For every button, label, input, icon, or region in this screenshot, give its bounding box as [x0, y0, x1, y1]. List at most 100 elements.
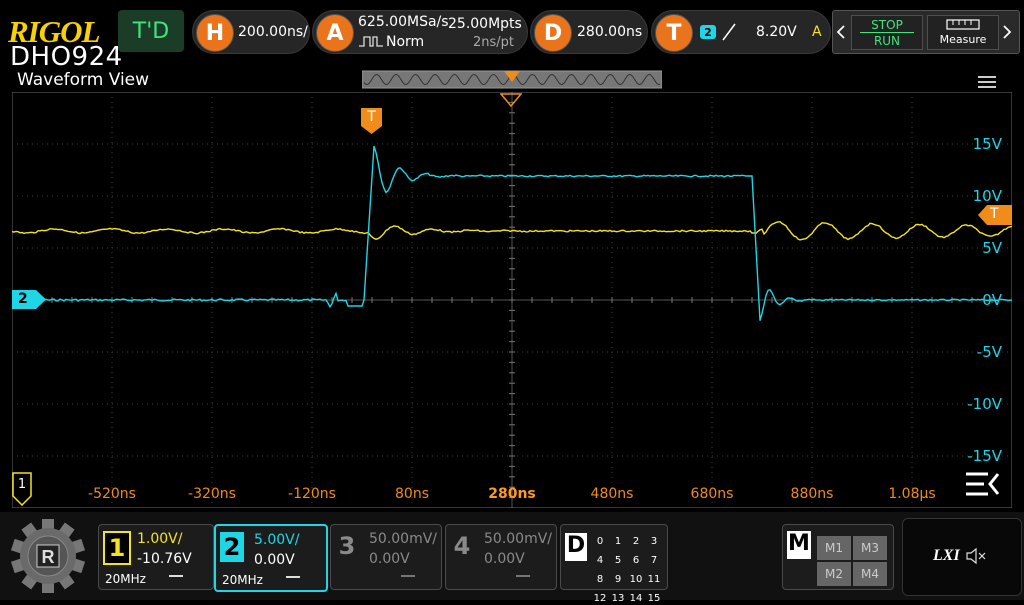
ch2-offset: 0.00V [254, 552, 295, 568]
sample-rate: 625.00MSa/s [358, 14, 449, 30]
speaker-muted-icon[interactable] [965, 547, 987, 565]
digital-bit-label: 4 [596, 555, 604, 566]
ch1-marker-label: 1 [17, 477, 27, 492]
horizontal-key[interactable]: H [196, 14, 234, 52]
math-m1-button[interactable]: M1 [817, 536, 851, 560]
digital-bit-label: 5 [614, 555, 622, 566]
math-box[interactable]: M M1 M3 M2 M4 [782, 524, 894, 590]
ch2-marker-label: 2 [18, 291, 28, 307]
digital-key: D [565, 533, 587, 561]
acquire-mode: Norm [386, 34, 425, 50]
acquire-key[interactable]: A [316, 14, 354, 52]
trigger-position-label: T [367, 109, 376, 125]
digital-bit-label: 10 [629, 574, 643, 585]
delay-key[interactable]: D [534, 14, 572, 52]
ruler-icon [946, 19, 980, 30]
ch4-coupling-icon [516, 575, 530, 583]
side-menu-collapse-icon[interactable] [964, 470, 1002, 498]
ch1-bandwidth: 20MHz [105, 572, 146, 586]
ch1-offset-marker[interactable]: 1 [12, 472, 32, 506]
trigger-key[interactable]: T [655, 14, 693, 52]
trigger-source-badge: 2 [700, 25, 716, 39]
run-stop-divider [860, 32, 914, 33]
channel2-box[interactable]: 2 5.00V/ 0.00V 20MHz [214, 524, 328, 592]
run-label: RUN [873, 34, 901, 48]
digital-bit-label: 11 [647, 574, 661, 585]
pulse-acq-icon [359, 36, 383, 47]
acquire-pill[interactable]: A 625.00MSa/s 25.00Mpts Norm 2ns/pt [312, 10, 528, 54]
digital-bit-label: 12 [593, 593, 607, 604]
delay-pill[interactable]: D 280.00ns [530, 10, 648, 54]
memory-overview-bar[interactable] [362, 70, 662, 90]
y-axis-label: 10V [973, 187, 1003, 205]
ch4-number: 4 [453, 532, 471, 560]
trigger-pill[interactable]: T 2 8.20V A [651, 10, 831, 54]
status-box: LXI [902, 518, 1022, 596]
digital-bit-label: 6 [632, 555, 640, 566]
digital-bit-label: 14 [629, 593, 643, 604]
trigger-level-marker[interactable]: T [978, 205, 1012, 225]
trigger-delay-mode-button[interactable]: T'D [118, 10, 184, 52]
model-name: DHO924 [10, 42, 123, 72]
y-axis-label: 5V [982, 239, 1003, 257]
hamburger-menu-icon[interactable] [978, 73, 996, 91]
x-axis-label: 280ns [488, 486, 536, 502]
y-axis-label: 15V [973, 135, 1003, 153]
x-axis-label: 480ns [591, 486, 634, 502]
right-control-group: STOP RUN Measure [832, 10, 1020, 54]
svg-text:R: R [42, 547, 55, 567]
lxi-label: LXI [933, 547, 960, 564]
trigger-delay-marker [499, 92, 523, 111]
digital-bit-label: 3 [650, 536, 658, 547]
time-resolution: 2ns/pt [473, 35, 515, 50]
digital-bit-label: 0 [596, 536, 604, 547]
math-m3-button[interactable]: M3 [853, 536, 887, 560]
trigger-position-marker[interactable]: T [361, 108, 382, 134]
trigger-level-value: 8.20V [756, 24, 797, 40]
home-gear-icon[interactable]: R [10, 518, 86, 594]
x-axis-label: 1.08µs [888, 486, 935, 502]
digital-bit-label: 15 [647, 593, 661, 604]
y-axis-label: -5V [977, 343, 1003, 361]
waveform-display[interactable]: 15V 10V 5V 0V -5V -10V -15V -520ns -320ns -120ns… [12, 92, 1012, 508]
x-axis-label: -120ns [288, 486, 336, 502]
channel3-box[interactable]: 3 50.00mV/ 0.00V [330, 524, 442, 590]
digital-bit-label: 2 [632, 536, 640, 547]
y-axis-label: -15V [967, 447, 1002, 465]
channel1-box[interactable]: 1 1.00V/ -10.76V 20MHz [98, 524, 214, 590]
ch2-scale: 5.00V/ [254, 532, 300, 548]
digital-bit-label: 8 [596, 574, 604, 585]
math-m2-button[interactable]: M2 [817, 562, 851, 586]
ch4-scale: 50.00mV/ [484, 531, 553, 547]
x-axis-label: -320ns [188, 486, 236, 502]
measure-label: Measure [939, 33, 987, 46]
ch4-offset: 0.00V [484, 551, 525, 567]
measure-button[interactable]: Measure [927, 15, 999, 50]
delay-value: 280.00ns [577, 24, 643, 40]
trigger-level-label: T [990, 206, 999, 222]
chevron-left-icon[interactable] [836, 25, 846, 39]
ch2-bandwidth: 20MHz [222, 573, 263, 587]
ch1-offset: -10.76V [137, 551, 192, 567]
stop-label: STOP [871, 18, 903, 32]
x-axis-label: 80ns [395, 486, 429, 502]
digital-box[interactable]: D 0 1 2 34 5 6 78 9 10 1112 13 14 15 [560, 524, 668, 604]
memory-depth: 25.00Mpts [448, 16, 522, 32]
y-axis-label: 0V [982, 291, 1003, 309]
ch1-dc-coupling-icon [169, 575, 183, 583]
math-key: M [787, 531, 811, 559]
ch2-number: 2 [220, 532, 244, 562]
x-axis-label: -520ns [88, 486, 136, 502]
trigger-sweep: A [812, 24, 822, 40]
digital-bit-label: 7 [650, 555, 658, 566]
channel4-box[interactable]: 4 50.00mV/ 0.00V [445, 524, 557, 590]
chevron-right-icon[interactable] [1002, 25, 1012, 39]
horizontal-pill[interactable]: H 200.00ns/ [192, 10, 310, 54]
ch1-scale: 1.00V/ [137, 531, 183, 547]
ch2-dc-coupling-icon [286, 576, 300, 584]
ch3-coupling-icon [401, 575, 415, 583]
x-axis-label: 880ns [791, 486, 834, 502]
ch2-offset-marker[interactable]: 2 [12, 290, 46, 309]
math-m4-button[interactable]: M4 [853, 562, 887, 586]
run-stop-button[interactable]: STOP RUN [851, 15, 923, 50]
